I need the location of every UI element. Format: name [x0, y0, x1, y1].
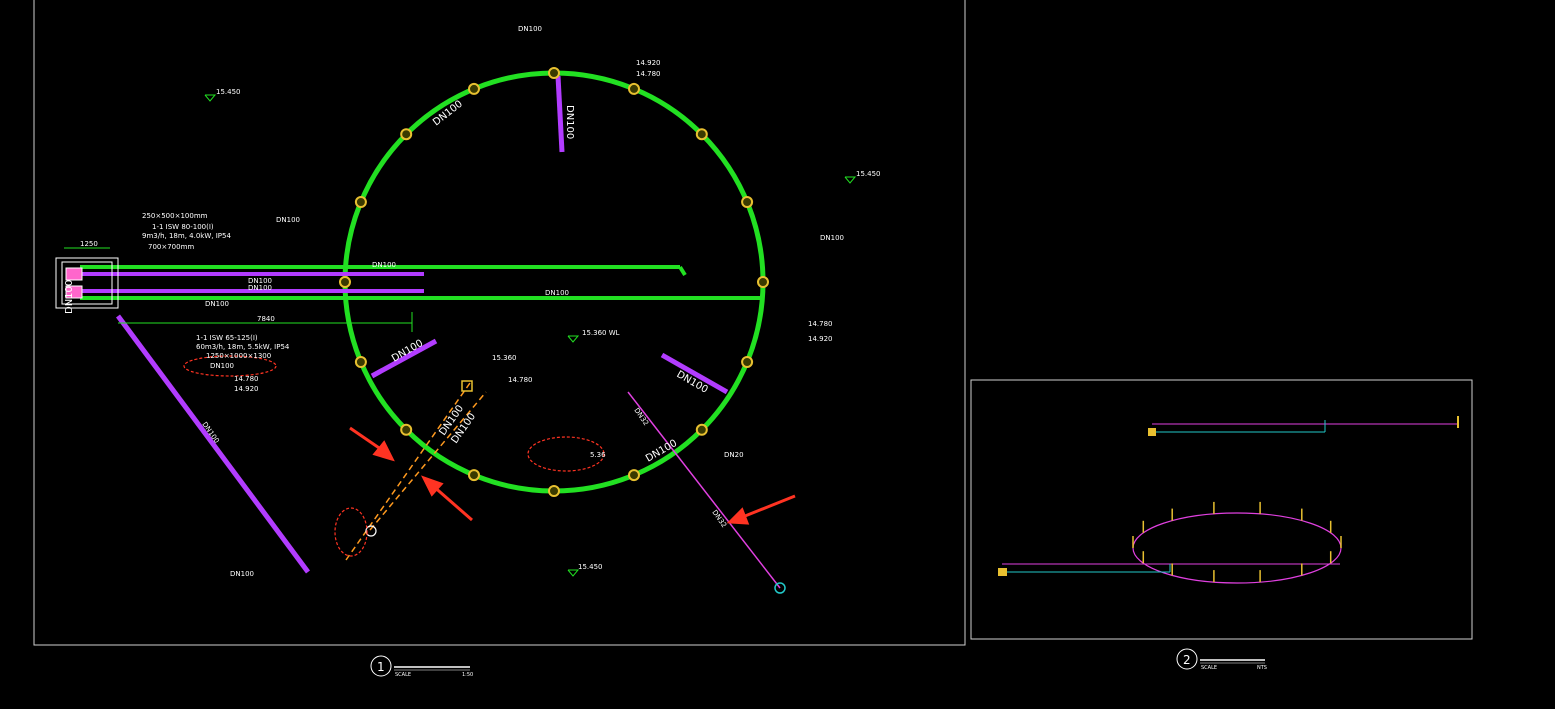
- detail-frame: [970, 379, 1473, 640]
- label-pipe-a: DN100: [372, 261, 396, 269]
- label-wl: 15.360 WL: [582, 329, 620, 337]
- ring-fitting: [741, 196, 754, 208]
- pump1-spec-b: 1-1 ISW 80-100(I): [152, 223, 214, 231]
- caption-1: 1 SCALE 1:50: [370, 655, 473, 678]
- detail-top-pump: [1148, 428, 1156, 436]
- pump1-spec-d: 700×700mm: [148, 243, 194, 251]
- ring-fitting: [741, 356, 754, 368]
- label-top-elev-2: 14.780: [636, 70, 661, 78]
- ring-fitting: [757, 276, 769, 288]
- pump1-spec-a: 250×500×100mm: [142, 212, 208, 220]
- caption-2-number: 2: [1183, 653, 1191, 667]
- label-dn100-mid: DN100: [276, 216, 300, 224]
- ring-fitting: [354, 356, 367, 368]
- pump2-spec-c: 1250×1000×1300: [206, 352, 271, 360]
- ring-fitting: [354, 196, 367, 208]
- label-center-elev-1: 15.360: [492, 354, 517, 362]
- pump2-elev-1: 14.780: [234, 375, 259, 383]
- pump2-spec-b: 60m3/h, 18m, 5.5kW, IP54: [196, 343, 290, 351]
- ring-fitting: [400, 423, 413, 436]
- supply-line-upper-end: [678, 265, 687, 277]
- dashed-pipe-1: [345, 382, 471, 561]
- label-right-dn100: DN100: [820, 234, 844, 242]
- caption-2: 2 SCALE NTS: [1176, 648, 1267, 671]
- label-center-elev-2: 14.780: [508, 376, 533, 384]
- label-dim-1250: 1250: [80, 240, 98, 248]
- cloud-3: [334, 507, 368, 557]
- plan-view: [55, 70, 857, 594]
- label-dim-7840: 7840: [257, 315, 275, 323]
- pump-1: [65, 267, 83, 281]
- detail-view: [998, 416, 1459, 584]
- pump1-spec-c: 9m3/h, 18m, 4.0kW, IP54: [142, 232, 231, 240]
- detail-risers: [1132, 501, 1342, 583]
- drawing-canvas: DN100 14.920 14.780 15.450 15.450 15.450…: [33, 0, 1473, 678]
- label-vertical-dn100: DN100: [64, 280, 75, 314]
- ring-fitting: [548, 67, 560, 79]
- ring-fitting: [400, 128, 413, 141]
- spoke-top: [555, 75, 565, 153]
- ring-fitting: [548, 485, 560, 497]
- caption-1-scale: SCALE: [395, 672, 411, 678]
- pump2-spec-a: 1-1 ISW 65-125(I): [196, 334, 258, 342]
- label-dn20: DN20: [724, 451, 744, 459]
- label-elev-left: 15.450: [216, 88, 241, 96]
- label-cloud-value: 5.36: [590, 451, 606, 459]
- label-pipe-c: DN100: [248, 284, 272, 292]
- label-right-elev-2: 14.920: [808, 335, 833, 343]
- label-pipe-main: DN100: [545, 289, 569, 297]
- label-pipe-d: DN100: [205, 300, 229, 308]
- caption-2-scale: SCALE: [1201, 665, 1217, 671]
- label-spoke-top: DN100: [564, 105, 575, 139]
- pump2-spec-d: DN100: [210, 362, 234, 370]
- ring-fitting: [628, 82, 640, 95]
- ring-fitting: [339, 276, 351, 288]
- ring-fittings: [339, 67, 769, 497]
- label-right-elev-1: 14.780: [808, 320, 833, 328]
- ring-fitting: [468, 469, 480, 482]
- dn32-line: [627, 391, 781, 589]
- ring-fitting: [628, 469, 640, 482]
- ring-fitting: [695, 423, 708, 436]
- bottom-note-1: DN100: [230, 570, 254, 578]
- ring-fitting: [468, 82, 480, 95]
- label-elev-right: 15.450: [856, 170, 881, 178]
- caption-2-ratio: NTS: [1257, 665, 1267, 671]
- ring-fitting: [695, 128, 708, 141]
- caption-1-number: 1: [377, 660, 385, 674]
- label-top-dn100: DN100: [518, 25, 542, 33]
- detail-bottom-pump: [998, 568, 1007, 576]
- label-elev-bottom: 15.450: [578, 563, 603, 571]
- caption-1-ratio: 1:50: [462, 672, 473, 678]
- pump2-elev-2: 14.920: [234, 385, 259, 393]
- label-top-elev-1: 14.920: [636, 59, 661, 67]
